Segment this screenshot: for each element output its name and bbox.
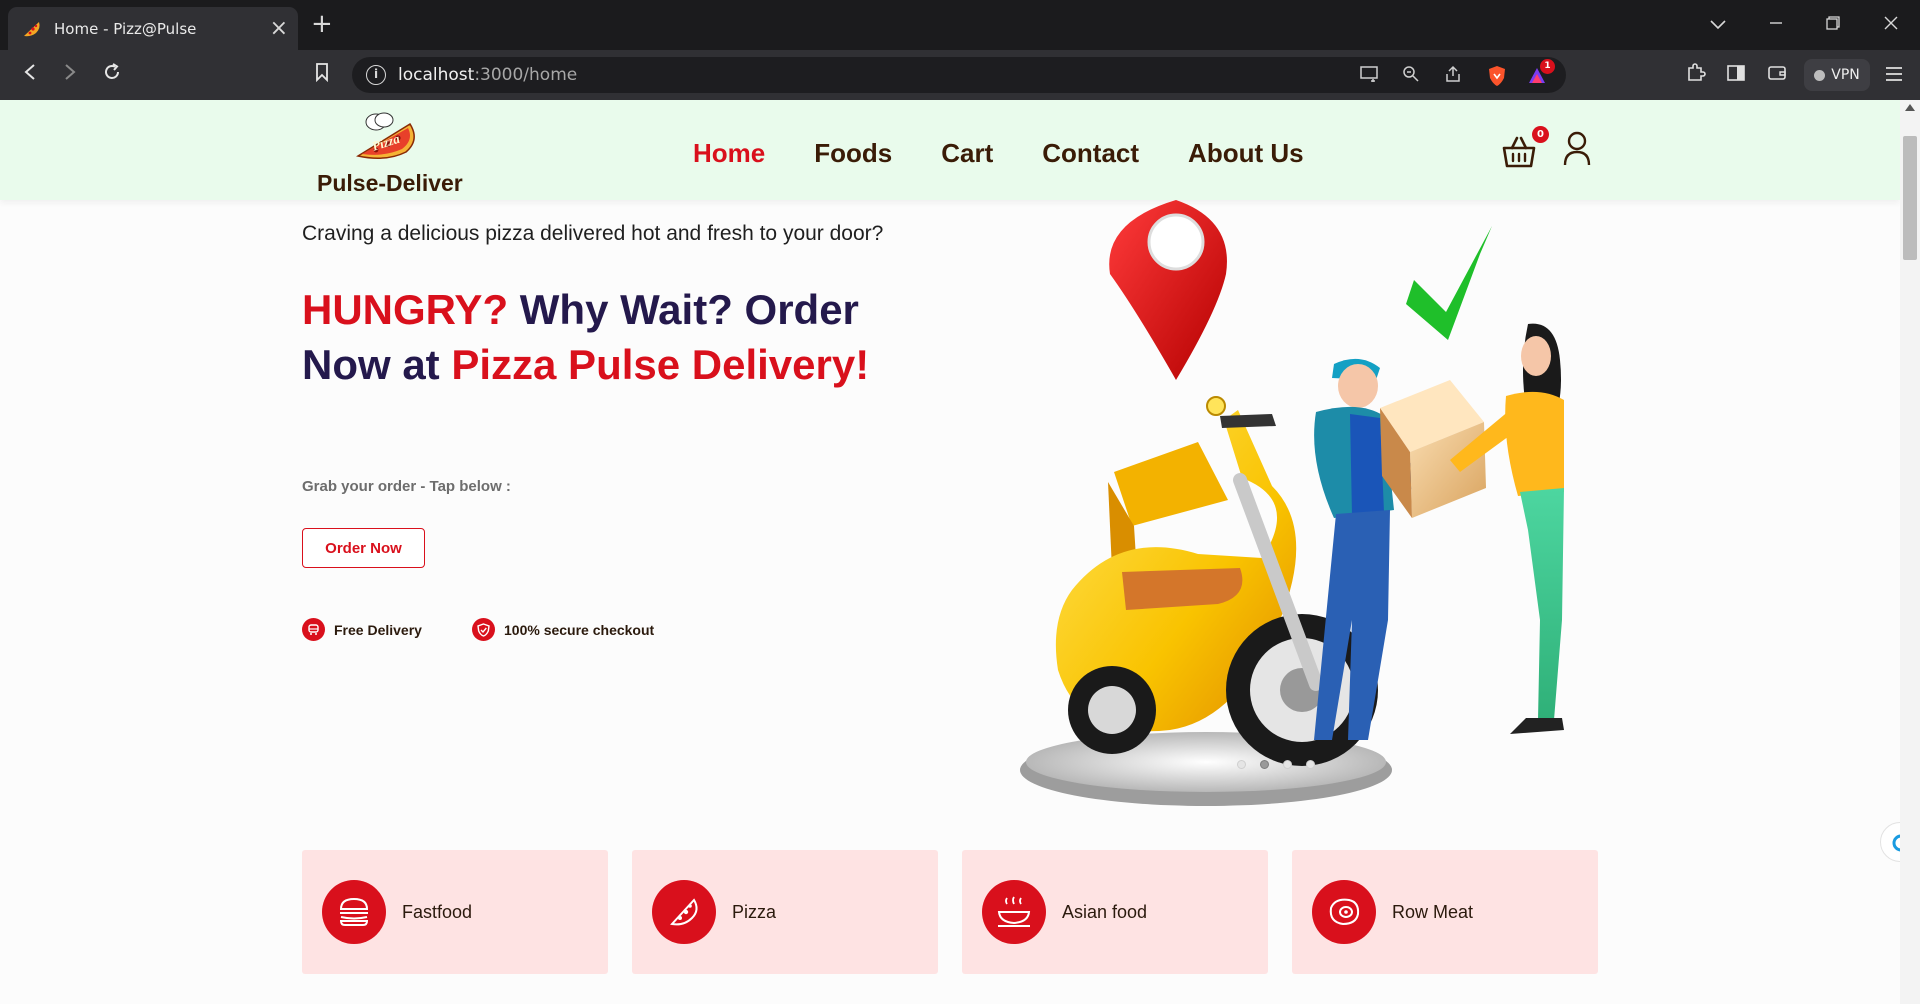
back-button[interactable] (16, 62, 44, 90)
nav-about-us[interactable]: About Us (1188, 138, 1304, 169)
vpn-label: VPN (1831, 67, 1860, 83)
delivery-illustration (980, 200, 1580, 812)
site-header: Pizza Pulse-Deliver Home Foods Cart Cont… (0, 100, 1900, 200)
tab-close-icon[interactable]: × (270, 17, 288, 40)
pizza-slice-icon (652, 880, 716, 944)
tab-title: Home - Pizz@Pulse (54, 19, 197, 38)
feature-secure-checkout-label: 100% secure checkout (504, 621, 655, 638)
hero-title-hungry: HUNGRY? (302, 286, 509, 333)
shield-check-icon (472, 618, 495, 641)
scroll-thumb[interactable] (1903, 136, 1917, 260)
pizza-favicon-icon (22, 19, 42, 39)
feature-free-delivery: Free Delivery (302, 618, 422, 641)
category-label: Pizza (732, 901, 777, 922)
page-viewport: Pizza Pulse-Deliver Home Foods Cart Cont… (0, 100, 1900, 1004)
nav-contact[interactable]: Contact (1042, 138, 1139, 169)
url-host: localhost (398, 65, 475, 85)
restore-button[interactable] (1818, 12, 1848, 38)
sidebar-toggle-icon[interactable] (1722, 62, 1750, 90)
url-text: localhost:3000/home (398, 65, 577, 85)
hero-subtitle: Grab your order - Tap below : (302, 478, 511, 495)
vpn-status-icon (1814, 69, 1826, 81)
burger-icon (322, 880, 386, 944)
category-card-pizza[interactable]: Pizza (632, 850, 938, 974)
category-label: Fastfood (402, 901, 473, 922)
brave-shield-icon[interactable] (1486, 65, 1508, 87)
pizza-logo-icon[interactable]: Pizza (352, 110, 424, 162)
carousel-dots (1237, 760, 1315, 769)
tab-search-chevron-icon[interactable] (1703, 12, 1733, 38)
feature-free-delivery-label: Free Delivery (334, 621, 422, 638)
category-card-fastfood[interactable]: Fastfood (302, 850, 608, 974)
browser-address-bar: i localhost:3000/home 1 VPN (0, 50, 1920, 100)
close-window-button[interactable] (1876, 12, 1906, 38)
hot-dish-icon (982, 880, 1046, 944)
scroll-up-arrow-icon[interactable] (1905, 104, 1915, 111)
carousel-dot[interactable] (1306, 760, 1315, 769)
carousel-dot-active[interactable] (1260, 760, 1269, 769)
logo-text[interactable]: Pulse-Deliver (317, 170, 463, 197)
floating-widget-button[interactable] (1880, 822, 1900, 862)
extensions-icon[interactable] (1682, 62, 1710, 90)
address-input[interactable]: i localhost:3000/home 1 (352, 57, 1566, 93)
forward-button[interactable] (56, 62, 84, 90)
browser-tab-bar: Home - Pizz@Pulse × + (0, 0, 1920, 50)
order-now-button[interactable]: Order Now (302, 528, 425, 568)
nav-cart[interactable]: Cart (941, 138, 993, 169)
carousel-dot[interactable] (1283, 760, 1292, 769)
main-nav: Home Foods Cart Contact About Us (693, 138, 1353, 169)
car-icon (302, 618, 325, 641)
category-label: Row Meat (1392, 901, 1474, 922)
site-info-icon[interactable]: i (366, 65, 386, 85)
reload-button[interactable] (98, 62, 126, 90)
category-card-row-meat[interactable]: Row Meat (1292, 850, 1598, 974)
carousel-dot[interactable] (1237, 760, 1246, 769)
url-path: :3000/home (474, 65, 578, 85)
cast-icon[interactable] (1358, 65, 1380, 87)
minimize-button[interactable] (1761, 12, 1791, 38)
vpn-button[interactable]: VPN (1804, 59, 1870, 91)
nav-home[interactable]: Home (693, 138, 765, 169)
user-icon[interactable] (1562, 130, 1592, 168)
share-icon[interactable] (1442, 65, 1464, 87)
category-label: Asian food (1062, 901, 1148, 922)
cart-count-badge: 0 (1532, 126, 1549, 143)
steak-icon (1312, 880, 1376, 944)
page-scrollbar[interactable] (1900, 100, 1920, 1004)
nav-foods[interactable]: Foods (814, 138, 892, 169)
bookmark-icon[interactable] (308, 62, 336, 90)
notification-badge: 1 (1540, 59, 1555, 74)
new-tab-button[interactable]: + (311, 10, 333, 38)
wallet-icon[interactable] (1763, 62, 1791, 90)
hero-tagline: Craving a delicious pizza delivered hot … (302, 222, 884, 245)
zoom-icon[interactable] (1400, 65, 1422, 87)
menu-icon[interactable] (1880, 62, 1908, 90)
category-card-asian-food[interactable]: Asian food (962, 850, 1268, 974)
browser-tab[interactable]: Home - Pizz@Pulse × (8, 7, 298, 50)
hero-title: HUNGRY? Why Wait? Order Now at Pizza Pul… (302, 282, 902, 392)
hero-title-brand: Pizza Pulse Delivery! (451, 341, 870, 388)
feature-secure-checkout: 100% secure checkout (472, 618, 654, 641)
